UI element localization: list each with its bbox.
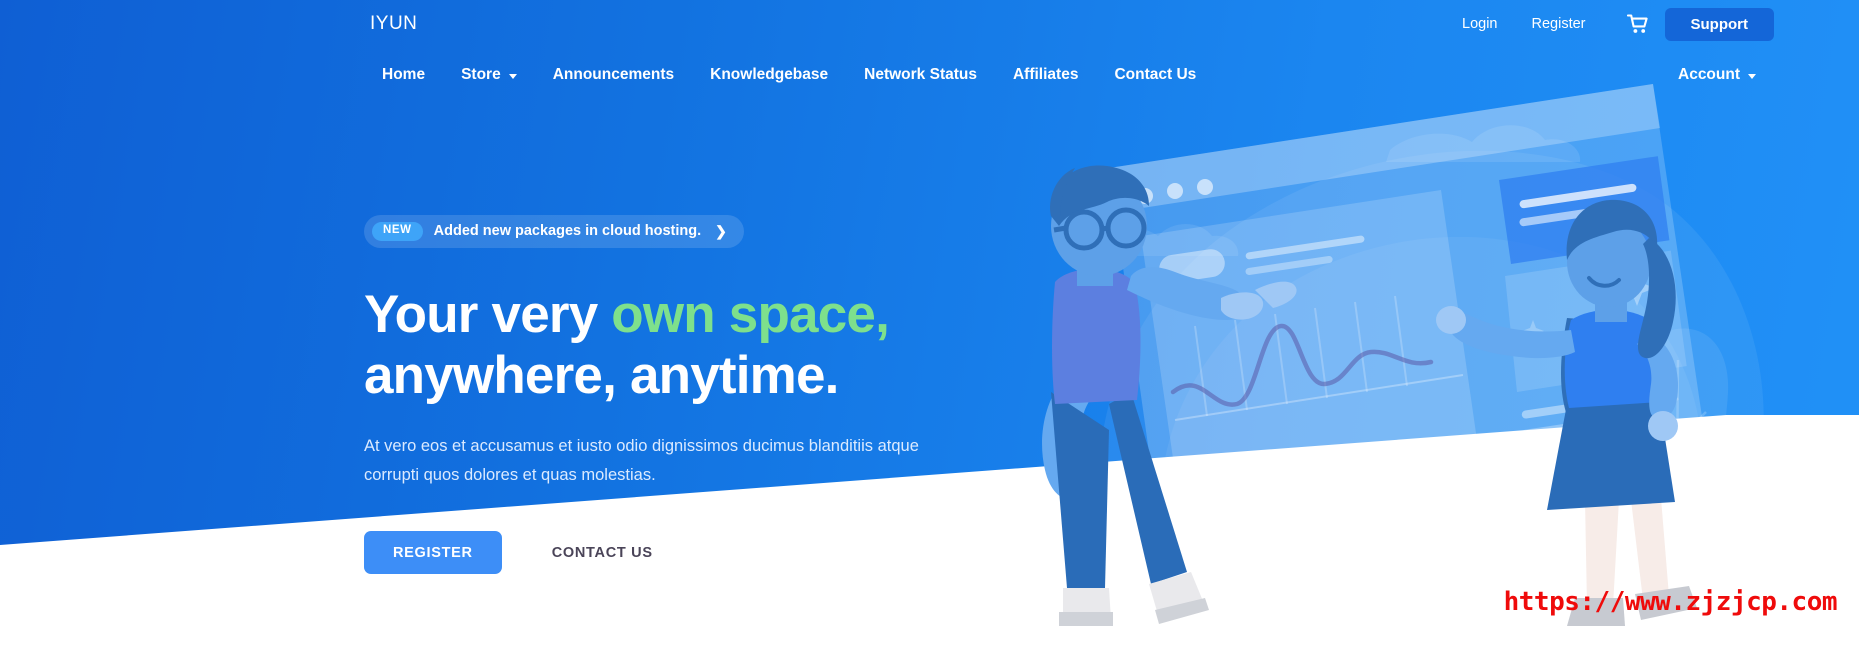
nav-item-store[interactable]: Store	[443, 60, 535, 90]
nav-label: Network Status	[864, 66, 977, 83]
nav-item-account[interactable]: Account	[1660, 60, 1774, 90]
top-right-controls: Login Register Support	[1445, 7, 1774, 41]
nav-item-announcements[interactable]: Announcements	[535, 60, 692, 90]
nav-label: Affiliates	[1012, 66, 1079, 83]
chevron-right-icon: ❯	[715, 223, 727, 240]
person-female-graphic	[1436, 199, 1697, 626]
headline-part-two: anywhere, anytime.	[364, 345, 839, 405]
nav-label: Knowledgebase	[710, 66, 829, 83]
browser-window-graphic	[1109, 84, 1711, 566]
chevron-down-icon	[1748, 73, 1756, 79]
headline-part-one: Your very	[364, 284, 612, 344]
contact-us-button[interactable]: CONTACT US	[522, 531, 682, 575]
announcement-banner[interactable]: NEW Added new packages in cloud hosting.…	[364, 215, 744, 248]
new-badge: NEW	[372, 222, 423, 241]
hero-section: NEW Added new packages in cloud hosting.…	[0, 0, 980, 645]
watermark-url: https://www.zjzjcp.com	[1503, 587, 1838, 617]
nav-label: Contact Us	[1114, 66, 1197, 83]
nav-right-group: Account	[1660, 60, 1774, 90]
nav-item-affiliates[interactable]: Affiliates	[995, 60, 1096, 90]
support-button[interactable]: Support	[1664, 7, 1774, 41]
nav-label: Store	[461, 66, 501, 83]
register-button[interactable]: REGISTER	[364, 531, 502, 575]
nav-item-contact-us[interactable]: Contact Us	[1096, 60, 1214, 90]
nav-item-knowledgebase[interactable]: Knowledgebase	[692, 60, 846, 90]
shopping-cart-icon[interactable]	[1617, 9, 1659, 39]
headline-accent: own space,	[611, 284, 890, 344]
top-utility-bar: IYUN Login Register Support	[0, 0, 1859, 48]
nav-item-network-status[interactable]: Network Status	[846, 60, 995, 90]
person-male-graphic	[1042, 165, 1297, 626]
chevron-down-icon	[508, 73, 517, 79]
hero-subtext: At vero eos et accusamus et iusto odio d…	[364, 437, 919, 484]
hero-cta-row: REGISTER CONTACT US	[364, 531, 980, 575]
register-link[interactable]: Register	[1515, 10, 1603, 38]
hero-illustration-svg	[1042, 84, 1711, 626]
page-root: IYUN Login Register Support Home Store A…	[0, 0, 1859, 645]
announcement-text: Added new packages in cloud hosting.	[433, 223, 702, 240]
nav-label: Account	[1678, 66, 1740, 83]
nav-item-home[interactable]: Home	[364, 60, 443, 90]
nav-label: Announcements	[552, 66, 675, 83]
main-navigation: Home Store Announcements Knowledgebase N…	[0, 55, 1859, 95]
login-link[interactable]: Login	[1445, 10, 1514, 38]
nav-items-list: Home Store Announcements Knowledgebase N…	[364, 60, 1214, 90]
site-logo[interactable]: IYUN	[370, 13, 417, 35]
hero-illustration	[959, 0, 1859, 645]
nav-label: Home	[382, 66, 426, 83]
hero-headline: Your very own space, anywhere, anytime.	[364, 284, 980, 407]
cart-glyph	[1626, 14, 1648, 33]
